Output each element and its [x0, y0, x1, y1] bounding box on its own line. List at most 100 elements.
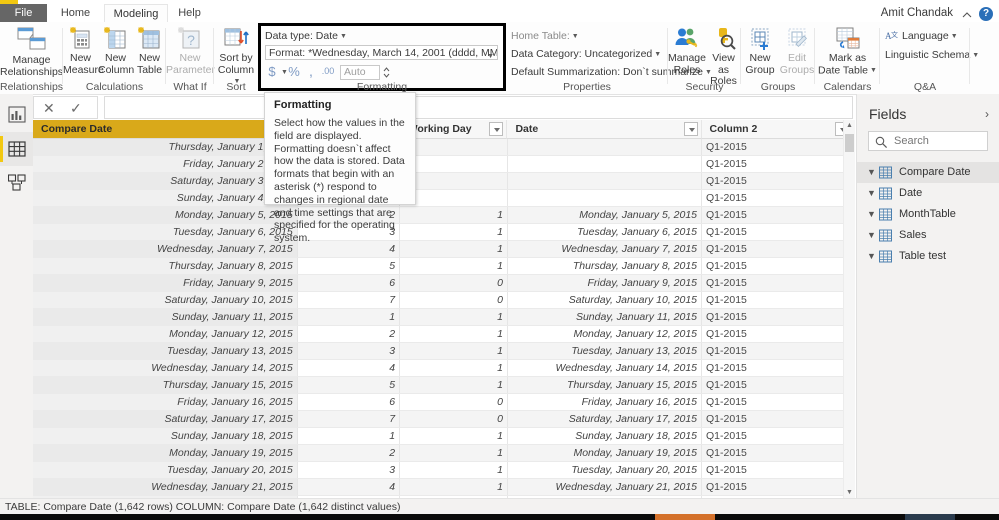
table-row[interactable]: Sunday, January 18, 2015 1 1 Sunday, Januar…: [33, 427, 853, 445]
cell-date_col[interactable]: Tuesday, January 6, 2015: [507, 223, 703, 241]
cell-column2[interactable]: Q1-2015: [701, 325, 853, 343]
column-header-compare_date[interactable]: Compare Date: [33, 120, 298, 139]
cell-weekday[interactable]: 6: [297, 393, 401, 411]
manage-roles-button[interactable]: Manage Roles: [668, 25, 706, 76]
cell-date_col[interactable]: Thursday, January 8, 2015: [507, 257, 703, 275]
cell-compare_date[interactable]: Saturday, January 3, 2015: [33, 172, 298, 190]
cell-column2[interactable]: Q1-2015: [701, 172, 853, 190]
column-header-column2[interactable]: Column 2: [701, 120, 853, 139]
taskbar-item-active[interactable]: [655, 514, 715, 520]
cell-weekday[interactable]: 3: [297, 342, 401, 360]
formula-input[interactable]: [104, 96, 853, 119]
decimal-places-stepper[interactable]: [382, 65, 391, 80]
cell-date_col[interactable]: Tuesday, January 13, 2015: [507, 342, 703, 360]
cell-compare_date[interactable]: Friday, January 9, 2015: [33, 274, 298, 292]
cell-column2[interactable]: Q1-2015: [701, 291, 853, 309]
tab-modeling[interactable]: Modeling: [104, 4, 168, 23]
table-row[interactable]: Monday, January 12, 2015 2 1 Monday, Januar…: [33, 325, 853, 343]
cell-working_day[interactable]: 1: [399, 206, 508, 224]
fields-list-item[interactable]: ▼ Table test: [857, 246, 999, 267]
cell-working_day[interactable]: 1: [399, 223, 508, 241]
column-filter-icon[interactable]: [683, 122, 698, 136]
table-row[interactable]: Saturday, January 3, 20157Q1-2015: [33, 172, 853, 190]
column-header-cell[interactable]: Column 2: [701, 120, 853, 139]
linguistic-schema-dropdown[interactable]: Linguistic Schema ▼: [885, 49, 979, 61]
chevron-down-icon[interactable]: ▼: [867, 251, 876, 261]
cell-compare_date[interactable]: Friday, January 2, 2015: [33, 155, 298, 173]
chevron-down-icon[interactable]: ▼: [867, 209, 876, 219]
format-dropdown[interactable]: Format: *Wednesday, March 14, 2001 (dddd…: [265, 45, 498, 60]
taskbar-item[interactable]: [905, 514, 955, 520]
table-row[interactable]: Wednesday, January 21, 2015 4 1 Wednesday, …: [33, 478, 853, 496]
cell-column2[interactable]: Q1-2015: [701, 274, 853, 292]
new-column-button[interactable]: New Column: [98, 25, 134, 76]
cell-working_day[interactable]: 0: [399, 291, 508, 309]
cell-weekday[interactable]: 3: [297, 461, 401, 479]
cell-compare_date[interactable]: Monday, January 19, 2015: [33, 444, 298, 462]
cell-compare_date[interactable]: Wednesday, January 7, 2015: [33, 240, 298, 258]
cell-weekday[interactable]: 4: [297, 359, 401, 377]
decimal-places-button[interactable]: .00: [320, 66, 336, 76]
cell-column2[interactable]: Q1-2015: [701, 393, 853, 411]
cell-weekday[interactable]: 6: [297, 274, 401, 292]
cell-date_col[interactable]: Friday, January 9, 2015: [507, 274, 703, 292]
cell-weekday[interactable]: 2: [297, 444, 401, 462]
cell-working_day[interactable]: 1: [399, 478, 508, 496]
cell-weekday[interactable]: 5: [297, 376, 401, 394]
sort-by-column-button[interactable]: Sort by Column▼: [214, 25, 258, 88]
cell-working_day[interactable]: 1: [399, 427, 508, 445]
table-row[interactable]: Sunday, January 4, 20151Q1-2015: [33, 189, 853, 207]
currency-format-button[interactable]: $: [266, 64, 278, 79]
cancel-edit-icon[interactable]: ✕: [43, 101, 55, 115]
cell-date_col[interactable]: Thursday, January 15, 2015: [507, 376, 703, 394]
sidebar-item-data-view[interactable]: [0, 132, 33, 166]
mark-as-date-table-button[interactable]: Mark as Date Table ▼: [815, 25, 880, 77]
cell-weekday[interactable]: 1: [297, 308, 401, 326]
table-row[interactable]: Wednesday, January 7, 2015 4 1 Wednesday, J…: [33, 240, 853, 258]
manage-relationships-button[interactable]: Manage Relationships: [0, 25, 63, 78]
chevron-down-icon[interactable]: ▼: [867, 167, 876, 177]
scroll-up-arrow[interactable]: ▲: [844, 120, 855, 131]
cell-compare_date[interactable]: Monday, January 12, 2015: [33, 325, 298, 343]
cell-working_day[interactable]: 1: [399, 325, 508, 343]
cell-working_day[interactable]: 0: [399, 410, 508, 428]
help-icon[interactable]: ?: [979, 7, 993, 21]
cell-date_col[interactable]: Wednesday, January 14, 2015: [507, 359, 703, 377]
cell-column2[interactable]: Q1-2015: [701, 206, 853, 224]
cell-date_col[interactable]: Monday, January 5, 2015: [507, 206, 703, 224]
cell-compare_date[interactable]: Tuesday, January 13, 2015: [33, 342, 298, 360]
cell-working_day[interactable]: 1: [399, 359, 508, 377]
cell-column2[interactable]: Q1-2015: [701, 444, 853, 462]
tab-home[interactable]: Home: [47, 4, 104, 22]
cell-compare_date[interactable]: Wednesday, January 14, 2015: [33, 359, 298, 377]
cell-compare_date[interactable]: Wednesday, January 21, 2015: [33, 478, 298, 496]
collapse-ribbon-icon[interactable]: [961, 9, 973, 21]
cell-column2[interactable]: Q1-2015: [701, 478, 853, 496]
table-row[interactable]: Tuesday, January 13, 2015 3 1 Tuesday, Janu…: [33, 342, 853, 360]
cell-weekday[interactable]: 4: [297, 478, 401, 496]
new-group-button[interactable]: New Group: [741, 25, 779, 76]
chevron-down-icon[interactable]: ▼: [951, 33, 958, 40]
cell-weekday[interactable]: 7: [297, 410, 401, 428]
cell-column2[interactable]: Q1-2015: [701, 189, 853, 207]
table-row[interactable]: Friday, January 16, 2015 6 0 Friday, Januar…: [33, 393, 853, 411]
cell-date_col[interactable]: Saturday, January 17, 2015: [507, 410, 703, 428]
scrollbar-thumb[interactable]: [845, 134, 854, 152]
cell-date_col[interactable]: Monday, January 19, 2015: [507, 444, 703, 462]
data-type-dropdown[interactable]: Data type: Date ▼: [265, 30, 347, 42]
tab-help[interactable]: Help: [166, 4, 213, 22]
cell-compare_date[interactable]: Sunday, January 18, 2015: [33, 427, 298, 445]
table-row[interactable]: Wednesday, January 14, 2015 4 1 Wednesday, …: [33, 359, 853, 377]
cell-weekday[interactable]: 2: [297, 325, 401, 343]
cell-working_day[interactable]: 1: [399, 461, 508, 479]
grid-vertical-scrollbar[interactable]: ▲ ▼: [843, 120, 855, 498]
chevron-down-icon[interactable]: ▼: [867, 230, 876, 240]
cell-working_day[interactable]: 0: [399, 274, 508, 292]
cell-date_col[interactable]: [507, 189, 703, 207]
tab-file[interactable]: File: [0, 4, 47, 22]
language-dropdown[interactable]: Language ▼: [902, 30, 958, 42]
chevron-down-icon[interactable]: ▼: [572, 33, 579, 40]
cell-column2[interactable]: Q1-2015: [701, 139, 853, 156]
chevron-down-icon[interactable]: ▼: [487, 50, 494, 59]
percent-format-button[interactable]: %: [287, 64, 301, 79]
